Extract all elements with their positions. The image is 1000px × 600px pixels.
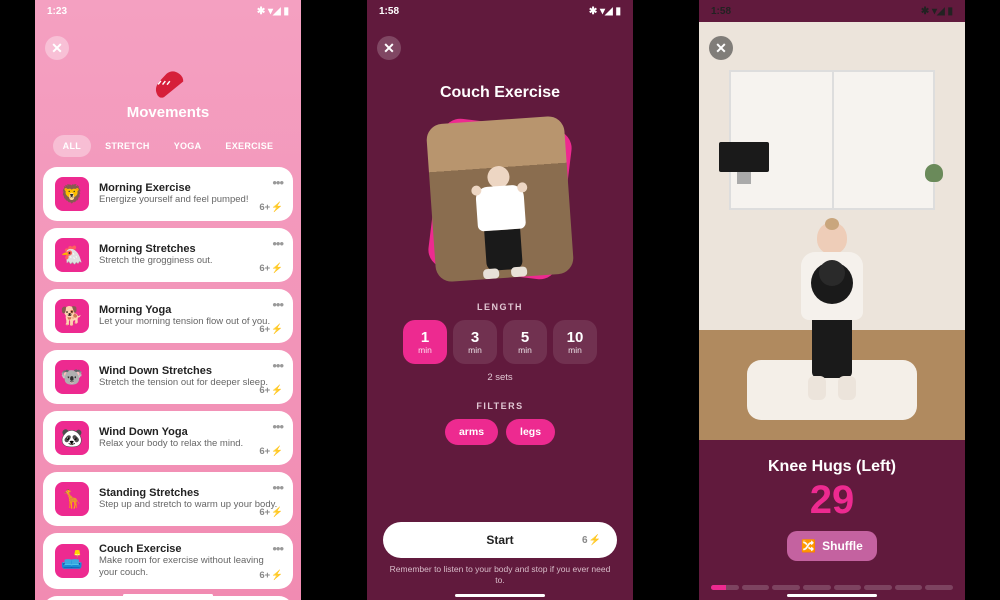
movement-subtitle: Stretch the tension out for deeper sleep… xyxy=(99,377,281,389)
filter-chips: arms legs xyxy=(367,419,633,445)
tab-stretch[interactable]: STRETCH xyxy=(95,135,160,157)
movement-list: 🦁 Morning ExerciseEnergize yourself and f… xyxy=(35,167,301,600)
cost-badge: 6+⚡ xyxy=(259,202,283,213)
movement-subtitle: Make room for exercise without leaving y… xyxy=(99,555,281,579)
filter-chip[interactable]: legs xyxy=(506,419,555,445)
person xyxy=(801,222,863,400)
movement-title: Morning Stretches xyxy=(99,243,281,255)
close-button[interactable]: ✕ xyxy=(709,36,733,60)
status-bar: 1:58 ✱ ▾◢ ▮ xyxy=(699,0,965,22)
movement-card[interactable]: 🛋️ Couch ExerciseMake room for exercise w… xyxy=(43,533,293,589)
exercise-video[interactable] xyxy=(699,22,965,440)
movement-title: Wind Down Stretches xyxy=(99,365,281,377)
movement-card[interactable]: 🐼 Wind Down YogaRelax your body to relax … xyxy=(43,411,293,465)
shuffle-button[interactable]: 🔀 Shuffle xyxy=(787,531,877,561)
start-cost: 6⚡ xyxy=(582,535,601,546)
movement-subtitle: Step up and stretch to warm up your body… xyxy=(99,499,281,511)
movement-subtitle: Let your morning tension flow out of you… xyxy=(99,316,281,328)
movement-icon: 🐼 xyxy=(55,421,89,455)
cost-badge: 6+⚡ xyxy=(259,324,283,335)
clock: 1:58 xyxy=(711,6,731,17)
sets-label: 2 sets xyxy=(367,372,633,383)
progress-bar[interactable] xyxy=(711,585,953,590)
close-button[interactable]: ✕ xyxy=(377,36,401,60)
movement-icon: 🐕 xyxy=(55,299,89,333)
movement-icon: 🐔 xyxy=(55,238,89,272)
exercise-name: Knee Hugs (Left) xyxy=(699,458,965,476)
plant xyxy=(925,164,943,182)
length-options: 1min3min5min10min xyxy=(367,320,633,364)
length-option[interactable]: 3min xyxy=(453,320,497,364)
clock: 1:58 xyxy=(379,6,399,17)
movement-icon: 🛋️ xyxy=(55,544,89,578)
movement-icon: 🐨 xyxy=(55,360,89,394)
more-icon[interactable]: ••• xyxy=(272,480,283,495)
status-icons: ✱ ▾◢ ▮ xyxy=(921,6,953,17)
nav-handle[interactable] xyxy=(123,594,213,597)
monitor xyxy=(719,142,769,182)
countdown: 29 xyxy=(699,478,965,523)
movement-title: Standing Stretches xyxy=(99,487,281,499)
status-icons: ✱ ▾◢ ▮ xyxy=(589,6,621,17)
movement-title: Wind Down Yoga xyxy=(99,426,281,438)
movement-title: Couch Exercise xyxy=(99,543,281,555)
tab-yoga[interactable]: YOGA xyxy=(164,135,212,157)
filter-chip[interactable]: arms xyxy=(445,419,498,445)
cost-badge: 6+⚡ xyxy=(259,507,283,518)
tab-all[interactable]: ALL xyxy=(53,135,91,157)
movement-card[interactable]: 🦁 Morning ExerciseEnergize yourself and f… xyxy=(43,167,293,221)
shoe-icon xyxy=(141,55,194,108)
status-icons: ✱ ▾◢ ▮ xyxy=(257,6,289,17)
movement-subtitle: Stretch the grogginess out. xyxy=(99,255,281,267)
movement-title: Morning Exercise xyxy=(99,182,281,194)
shuffle-icon: 🔀 xyxy=(801,539,816,553)
more-icon[interactable]: ••• xyxy=(272,419,283,434)
disclaimer: Remember to listen to your body and stop… xyxy=(385,564,615,586)
movement-card[interactable]: 🐨 Wind Down StretchesStretch the tension … xyxy=(43,350,293,404)
clock: 1:23 xyxy=(47,6,67,17)
more-icon[interactable]: ••• xyxy=(272,236,283,251)
movement-title: Morning Yoga xyxy=(99,304,281,316)
length-option[interactable]: 1min xyxy=(403,320,447,364)
cost-badge: 6+⚡ xyxy=(259,385,283,396)
length-option[interactable]: 10min xyxy=(553,320,597,364)
cost-badge: 6+⚡ xyxy=(259,570,283,581)
movement-icon: 🦁 xyxy=(55,177,89,211)
status-bar: 1:23 ✱ ▾◢ ▮ xyxy=(35,0,301,22)
more-icon[interactable]: ••• xyxy=(272,175,283,190)
tabs: ALL STRETCH YOGA EXERCISE xyxy=(35,135,301,157)
length-label: LENGTH xyxy=(367,302,633,312)
cost-badge: 6+⚡ xyxy=(259,446,283,457)
more-icon[interactable]: ••• xyxy=(272,297,283,312)
more-icon[interactable]: ••• xyxy=(272,358,283,373)
more-icon[interactable]: ••• xyxy=(272,541,283,556)
cost-badge: 6+⚡ xyxy=(259,263,283,274)
start-button[interactable]: Start 6⚡ xyxy=(383,522,617,558)
workout-title: Couch Exercise xyxy=(367,84,633,102)
length-option[interactable]: 5min xyxy=(503,320,547,364)
movement-subtitle: Relax your body to relax the mind. xyxy=(99,438,281,450)
workout-image xyxy=(425,114,575,284)
page-title: Movements xyxy=(35,104,301,121)
close-button[interactable]: ✕ xyxy=(45,36,69,60)
movement-card[interactable]: 🦒 Standing StretchesStep up and stretch t… xyxy=(43,472,293,526)
status-bar: 1:58 ✱ ▾◢ ▮ xyxy=(367,0,633,22)
nav-handle[interactable] xyxy=(787,594,877,597)
movement-card[interactable]: 🐕 Morning YogaLet your morning tension fl… xyxy=(43,289,293,343)
movement-card[interactable]: 🐔 Morning StretchesStretch the grogginess… xyxy=(43,228,293,282)
shuffle-label: Shuffle xyxy=(822,539,863,553)
tab-exercise[interactable]: EXERCISE xyxy=(215,135,283,157)
window xyxy=(729,70,935,210)
movement-subtitle: Energize yourself and feel pumped! xyxy=(99,194,281,206)
movement-icon: 🦒 xyxy=(55,482,89,516)
filters-label: FILTERS xyxy=(367,401,633,411)
nav-handle[interactable] xyxy=(455,594,545,597)
start-label: Start xyxy=(486,533,513,547)
